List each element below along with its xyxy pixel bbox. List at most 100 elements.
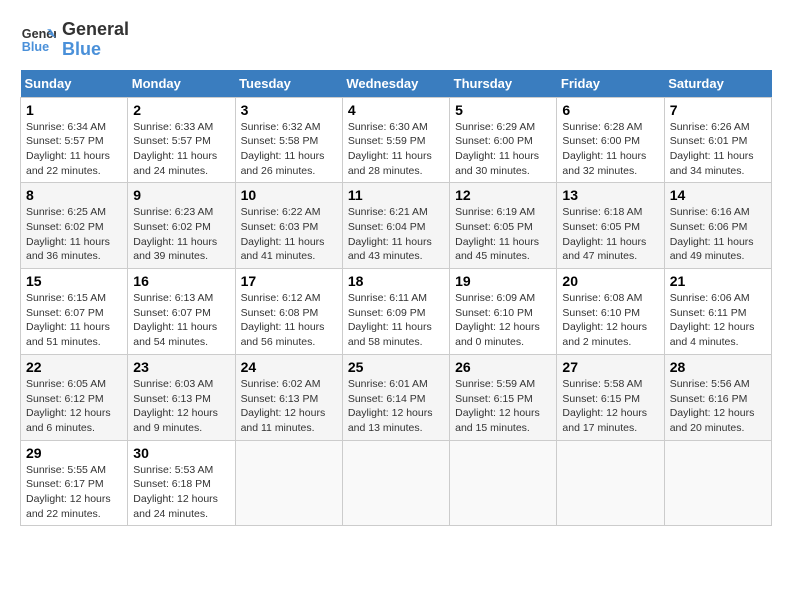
- day-info: Sunrise: 6:15 AMSunset: 6:07 PMDaylight:…: [26, 291, 122, 350]
- calendar-week-2: 8 Sunrise: 6:25 AMSunset: 6:02 PMDayligh…: [21, 183, 772, 269]
- day-info: Sunrise: 6:21 AMSunset: 6:04 PMDaylight:…: [348, 205, 444, 264]
- day-number: 19: [455, 273, 551, 289]
- calendar-cell: 11 Sunrise: 6:21 AMSunset: 6:04 PMDaylig…: [342, 183, 449, 269]
- day-number: 25: [348, 359, 444, 375]
- calendar-cell: [450, 440, 557, 526]
- calendar-cell: 18 Sunrise: 6:11 AMSunset: 6:09 PMDaylig…: [342, 269, 449, 355]
- day-info: Sunrise: 6:30 AMSunset: 5:59 PMDaylight:…: [348, 120, 444, 179]
- logo-text: General Blue: [62, 20, 129, 60]
- calendar-header-row: SundayMondayTuesdayWednesdayThursdayFrid…: [21, 70, 772, 98]
- logo: General Blue General Blue: [20, 20, 129, 60]
- day-number: 17: [241, 273, 337, 289]
- day-info: Sunrise: 6:33 AMSunset: 5:57 PMDaylight:…: [133, 120, 229, 179]
- calendar-cell: 9 Sunrise: 6:23 AMSunset: 6:02 PMDayligh…: [128, 183, 235, 269]
- calendar-cell: 7 Sunrise: 6:26 AMSunset: 6:01 PMDayligh…: [664, 97, 771, 183]
- page-header: General Blue General Blue: [20, 20, 772, 60]
- day-number: 12: [455, 187, 551, 203]
- day-info: Sunrise: 6:29 AMSunset: 6:00 PMDaylight:…: [455, 120, 551, 179]
- calendar-cell: 16 Sunrise: 6:13 AMSunset: 6:07 PMDaylig…: [128, 269, 235, 355]
- day-number: 23: [133, 359, 229, 375]
- day-number: 5: [455, 102, 551, 118]
- day-info: Sunrise: 6:08 AMSunset: 6:10 PMDaylight:…: [562, 291, 658, 350]
- calendar-week-1: 1 Sunrise: 6:34 AMSunset: 5:57 PMDayligh…: [21, 97, 772, 183]
- col-header-friday: Friday: [557, 70, 664, 98]
- svg-text:Blue: Blue: [22, 40, 49, 54]
- day-info: Sunrise: 6:05 AMSunset: 6:12 PMDaylight:…: [26, 377, 122, 436]
- day-info: Sunrise: 6:16 AMSunset: 6:06 PMDaylight:…: [670, 205, 766, 264]
- col-header-monday: Monday: [128, 70, 235, 98]
- calendar-week-3: 15 Sunrise: 6:15 AMSunset: 6:07 PMDaylig…: [21, 269, 772, 355]
- calendar-cell: 29 Sunrise: 5:55 AMSunset: 6:17 PMDaylig…: [21, 440, 128, 526]
- day-info: Sunrise: 6:19 AMSunset: 6:05 PMDaylight:…: [455, 205, 551, 264]
- calendar-cell: 24 Sunrise: 6:02 AMSunset: 6:13 PMDaylig…: [235, 354, 342, 440]
- col-header-tuesday: Tuesday: [235, 70, 342, 98]
- day-number: 7: [670, 102, 766, 118]
- calendar-cell: 19 Sunrise: 6:09 AMSunset: 6:10 PMDaylig…: [450, 269, 557, 355]
- day-info: Sunrise: 6:22 AMSunset: 6:03 PMDaylight:…: [241, 205, 337, 264]
- calendar-cell: 2 Sunrise: 6:33 AMSunset: 5:57 PMDayligh…: [128, 97, 235, 183]
- day-info: Sunrise: 6:09 AMSunset: 6:10 PMDaylight:…: [455, 291, 551, 350]
- day-info: Sunrise: 6:23 AMSunset: 6:02 PMDaylight:…: [133, 205, 229, 264]
- day-number: 20: [562, 273, 658, 289]
- calendar-cell: [557, 440, 664, 526]
- day-number: 3: [241, 102, 337, 118]
- day-number: 27: [562, 359, 658, 375]
- calendar-cell: 26 Sunrise: 5:59 AMSunset: 6:15 PMDaylig…: [450, 354, 557, 440]
- calendar-cell: 22 Sunrise: 6:05 AMSunset: 6:12 PMDaylig…: [21, 354, 128, 440]
- day-info: Sunrise: 5:53 AMSunset: 6:18 PMDaylight:…: [133, 463, 229, 522]
- day-info: Sunrise: 6:02 AMSunset: 6:13 PMDaylight:…: [241, 377, 337, 436]
- calendar-week-5: 29 Sunrise: 5:55 AMSunset: 6:17 PMDaylig…: [21, 440, 772, 526]
- day-number: 29: [26, 445, 122, 461]
- calendar-cell: 25 Sunrise: 6:01 AMSunset: 6:14 PMDaylig…: [342, 354, 449, 440]
- calendar-cell: 4 Sunrise: 6:30 AMSunset: 5:59 PMDayligh…: [342, 97, 449, 183]
- day-info: Sunrise: 6:01 AMSunset: 6:14 PMDaylight:…: [348, 377, 444, 436]
- col-header-wednesday: Wednesday: [342, 70, 449, 98]
- col-header-saturday: Saturday: [664, 70, 771, 98]
- day-number: 15: [26, 273, 122, 289]
- day-info: Sunrise: 6:28 AMSunset: 6:00 PMDaylight:…: [562, 120, 658, 179]
- calendar-cell: 21 Sunrise: 6:06 AMSunset: 6:11 PMDaylig…: [664, 269, 771, 355]
- calendar-cell: [235, 440, 342, 526]
- day-info: Sunrise: 5:56 AMSunset: 6:16 PMDaylight:…: [670, 377, 766, 436]
- day-number: 21: [670, 273, 766, 289]
- day-info: Sunrise: 6:13 AMSunset: 6:07 PMDaylight:…: [133, 291, 229, 350]
- day-info: Sunrise: 6:03 AMSunset: 6:13 PMDaylight:…: [133, 377, 229, 436]
- calendar-week-4: 22 Sunrise: 6:05 AMSunset: 6:12 PMDaylig…: [21, 354, 772, 440]
- calendar-cell: [342, 440, 449, 526]
- calendar-cell: 27 Sunrise: 5:58 AMSunset: 6:15 PMDaylig…: [557, 354, 664, 440]
- calendar-cell: 8 Sunrise: 6:25 AMSunset: 6:02 PMDayligh…: [21, 183, 128, 269]
- day-number: 26: [455, 359, 551, 375]
- day-number: 2: [133, 102, 229, 118]
- calendar-table: SundayMondayTuesdayWednesdayThursdayFrid…: [20, 70, 772, 527]
- logo-icon: General Blue: [20, 22, 56, 58]
- calendar-cell: 14 Sunrise: 6:16 AMSunset: 6:06 PMDaylig…: [664, 183, 771, 269]
- day-info: Sunrise: 6:32 AMSunset: 5:58 PMDaylight:…: [241, 120, 337, 179]
- calendar-cell: 3 Sunrise: 6:32 AMSunset: 5:58 PMDayligh…: [235, 97, 342, 183]
- day-info: Sunrise: 6:25 AMSunset: 6:02 PMDaylight:…: [26, 205, 122, 264]
- day-number: 11: [348, 187, 444, 203]
- day-number: 30: [133, 445, 229, 461]
- calendar-cell: 6 Sunrise: 6:28 AMSunset: 6:00 PMDayligh…: [557, 97, 664, 183]
- day-number: 1: [26, 102, 122, 118]
- day-number: 9: [133, 187, 229, 203]
- calendar-cell: [664, 440, 771, 526]
- day-info: Sunrise: 6:11 AMSunset: 6:09 PMDaylight:…: [348, 291, 444, 350]
- calendar-cell: 1 Sunrise: 6:34 AMSunset: 5:57 PMDayligh…: [21, 97, 128, 183]
- calendar-cell: 12 Sunrise: 6:19 AMSunset: 6:05 PMDaylig…: [450, 183, 557, 269]
- calendar-cell: 23 Sunrise: 6:03 AMSunset: 6:13 PMDaylig…: [128, 354, 235, 440]
- day-number: 13: [562, 187, 658, 203]
- day-info: Sunrise: 5:55 AMSunset: 6:17 PMDaylight:…: [26, 463, 122, 522]
- col-header-thursday: Thursday: [450, 70, 557, 98]
- day-info: Sunrise: 5:59 AMSunset: 6:15 PMDaylight:…: [455, 377, 551, 436]
- day-number: 10: [241, 187, 337, 203]
- col-header-sunday: Sunday: [21, 70, 128, 98]
- day-info: Sunrise: 6:34 AMSunset: 5:57 PMDaylight:…: [26, 120, 122, 179]
- day-number: 18: [348, 273, 444, 289]
- day-number: 28: [670, 359, 766, 375]
- day-number: 14: [670, 187, 766, 203]
- calendar-cell: 30 Sunrise: 5:53 AMSunset: 6:18 PMDaylig…: [128, 440, 235, 526]
- day-number: 22: [26, 359, 122, 375]
- calendar-cell: 13 Sunrise: 6:18 AMSunset: 6:05 PMDaylig…: [557, 183, 664, 269]
- day-number: 16: [133, 273, 229, 289]
- day-info: Sunrise: 6:06 AMSunset: 6:11 PMDaylight:…: [670, 291, 766, 350]
